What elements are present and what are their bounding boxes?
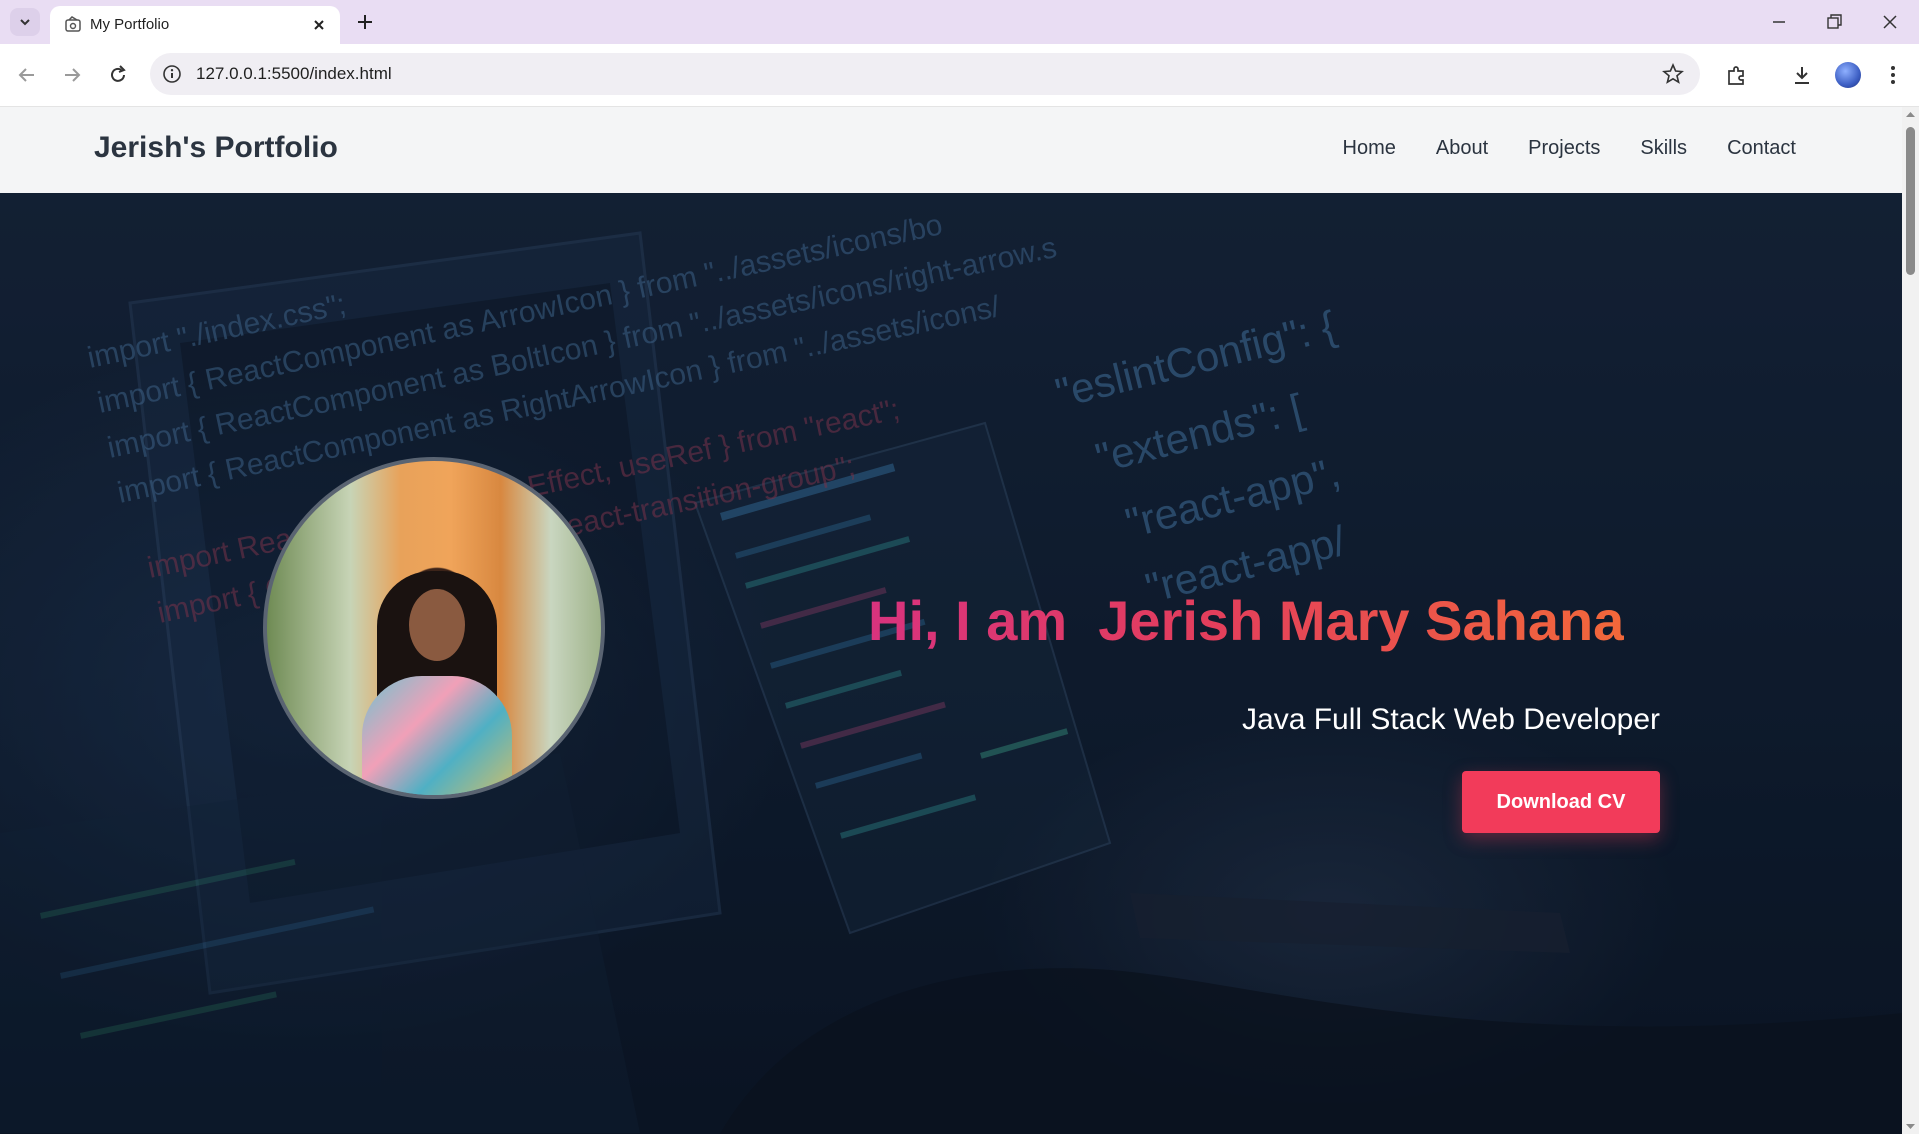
chevron-down-icon (20, 19, 30, 26)
page-scrollbar[interactable] (1902, 107, 1919, 1134)
new-tab-plus-icon[interactable] (354, 11, 376, 33)
page-favicon-icon (65, 16, 81, 32)
browser-tab[interactable]: My Portfolio (50, 6, 340, 44)
profile-face-shape (409, 589, 465, 661)
reload-icon[interactable] (106, 63, 130, 87)
profile-outfit-shape (362, 676, 512, 795)
scrollbar-thumb[interactable] (1906, 127, 1915, 275)
profile-avatar[interactable] (1835, 62, 1861, 88)
nav-projects[interactable]: Projects (1528, 137, 1600, 160)
site-info-icon[interactable] (162, 64, 182, 84)
nav-skills[interactable]: Skills (1640, 137, 1687, 160)
forward-arrow-icon[interactable] (60, 63, 84, 87)
download-cv-button[interactable]: Download CV (1462, 771, 1660, 833)
page-viewport: Jerish's Portfolio Home About Projects S… (0, 107, 1902, 1134)
download-icon[interactable] (1790, 63, 1814, 87)
site-header: Jerish's Portfolio Home About Projects S… (0, 107, 1902, 193)
scroll-down-icon[interactable] (1905, 1123, 1916, 1131)
browser-toolbar: 127.0.0.1:5500/index.html (0, 44, 1919, 107)
nav-about[interactable]: About (1436, 137, 1488, 160)
close-icon[interactable] (310, 16, 328, 34)
minimize-icon[interactable] (1768, 12, 1790, 32)
back-arrow-icon[interactable] (15, 63, 39, 87)
profile-photo (263, 457, 605, 799)
scroll-up-icon[interactable] (1905, 110, 1916, 118)
hero-greeting: Hi, I am Jerish Mary Sahana (868, 589, 1625, 652)
window-close-icon[interactable] (1879, 12, 1901, 32)
main-nav: Home About Projects Skills Contact (1343, 137, 1796, 160)
restore-icon[interactable] (1823, 12, 1845, 32)
bookmark-star-icon[interactable] (1662, 63, 1684, 85)
hero-role: Java Full Stack Web Developer (1242, 703, 1660, 736)
tab-search-button[interactable] (10, 8, 40, 36)
nav-home[interactable]: Home (1343, 137, 1396, 160)
address-bar[interactable]: 127.0.0.1:5500/index.html (150, 53, 1700, 95)
site-brand[interactable]: Jerish's Portfolio (94, 131, 338, 165)
url-text[interactable]: 127.0.0.1:5500/index.html (196, 64, 392, 84)
browser-tab-strip: My Portfolio (0, 0, 1919, 44)
tab-title: My Portfolio (90, 16, 170, 33)
extensions-icon[interactable] (1725, 63, 1749, 87)
nav-contact[interactable]: Contact (1727, 137, 1796, 160)
hero-section: import "./index.css"; import { ReactComp… (0, 193, 1902, 1134)
more-menu-icon[interactable] (1881, 63, 1905, 87)
